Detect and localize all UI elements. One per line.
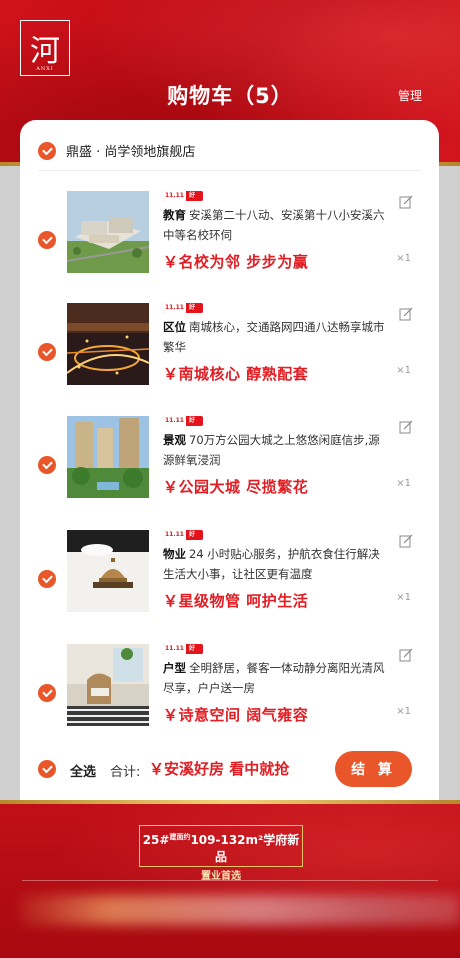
item-slogan: ￥诗意空间 阔气雍容 [163,706,309,724]
item-category: 户型 [163,661,186,675]
promo-badge: 11.11淘好房 [163,644,203,654]
item-image-garden [67,416,149,498]
select-all-checkbox-icon[interactable] [38,760,56,778]
promo-badge: 11.11淘好房 [163,191,203,201]
cart-item[interactable]: 11.11淘好房 景观70万方公园大城之上悠悠闲庭信步,源源鲜氧浸润 ￥公园大城… [20,416,439,530]
item-quantity: ×1 [396,478,411,489]
total-label: 合计: [110,765,141,780]
item-quantity: ×1 [396,592,411,603]
item-category: 物业 [163,547,186,561]
cart-footer: 全选 合计: ￥安溪好房 看中就抢 结 算 [20,751,439,787]
decorative-streak [20,895,460,925]
edit-icon[interactable] [399,420,413,434]
divider [38,170,421,171]
item-image-balcony [67,644,149,726]
item-quantity: ×1 [396,365,411,376]
item-slogan: ￥名校为邻 步步为赢 [163,253,309,271]
store-name: 鼎盛 · 尚学领地旗舰店 [66,145,196,160]
cart-item[interactable]: 11.11淘好房 物业24 小时贴心服务，护航衣食住行解决生活大小事，让社区更有… [20,530,439,644]
cart-card: 鼎盛 · 尚学领地旗舰店 11.11淘好房 教育安溪第二十八动、安溪第十八小安溪… [20,120,439,800]
item-checkbox-icon[interactable] [38,231,56,249]
cart-item[interactable]: 11.11淘好房 教育安溪第二十八动、安溪第十八小安溪六中等名校环伺 ￥名校为邻… [20,191,439,305]
promo-line-1: 25#建面约109-132m²学府新品 [142,833,300,864]
item-slogan: ￥南城核心 醇熟配套 [163,365,309,383]
promo-badge: 11.11淘好房 [163,416,203,426]
item-text: 南城核心，交通路网四通八达畅享城市繁华 [163,320,385,354]
item-category: 区位 [163,320,186,334]
promo-badge: 11.11淘好房 [163,530,203,540]
logo-subtext: ANXI [36,66,54,72]
item-image-city [67,303,149,385]
promo-box: 25#建面约109-132m²学府新品 置业首选 [139,825,303,882]
item-slogan: ￥星级物管 呵护生活 [163,592,309,610]
item-quantity: ×1 [396,706,411,717]
edit-icon[interactable] [399,307,413,321]
total-value: ￥安溪好房 看中就抢 [149,760,290,778]
promo-badge: 11.11淘好房 [163,303,203,313]
cart-item[interactable]: 11.11淘好房 户型全明舒居，餐客一体动静分离阳光清风尽享，户户送一房 ￥诗意… [20,644,439,758]
item-text: 安溪第二十八动、安溪第十八小安溪六中等名校环伺 [163,208,385,242]
store-checkbox-icon[interactable] [38,142,56,160]
checkout-button[interactable]: 结 算 [335,751,412,787]
brand-logo: 河 ANXI [20,20,70,76]
item-text: 24 小时贴心服务，护航衣食住行解决生活大小事，让社区更有温度 [163,547,380,581]
item-description: 教育 安溪第二十八动、安溪第十八小安溪六中等名校环伺 [163,205,389,245]
item-description: 户型 全明舒居，餐客一体动静分离阳光清风尽享，户户送一房 [163,658,389,698]
page-title: 购物车（5） [167,84,293,108]
edit-icon[interactable] [399,195,413,209]
item-image-bell [67,530,149,612]
logo-glyph: 河 [30,34,60,69]
item-description: 景观 70万方公园大城之上悠悠闲庭信步,源源鲜氧浸润 [163,430,389,470]
item-quantity: ×1 [396,253,411,264]
item-text: 全明舒居，餐客一体动静分离阳光清风尽享，户户送一房 [163,661,385,695]
item-checkbox-icon[interactable] [38,570,56,588]
item-checkbox-icon[interactable] [38,456,56,474]
item-category: 景观 [163,433,186,447]
edit-icon[interactable] [399,648,413,662]
cart-item[interactable]: 11.11淘好房 区位南城核心，交通路网四通八达畅享城市繁华 ￥南城核心 醇熟配… [20,303,439,417]
select-all-label[interactable]: 全选 [70,761,96,780]
item-checkbox-icon[interactable] [38,684,56,702]
item-description: 物业 24 小时贴心服务，护航衣食住行解决生活大小事，让社区更有温度 [163,544,389,584]
item-slogan: ￥公园大城 尽揽繁花 [163,478,309,496]
item-checkbox-icon[interactable] [38,343,56,361]
item-category: 教育 [163,208,186,222]
divider [22,880,438,881]
edit-icon[interactable] [399,534,413,548]
item-description: 区位 南城核心，交通路网四通八达畅享城市繁华 [163,317,389,357]
item-text: 70万方公园大城之上悠悠闲庭信步,源源鲜氧浸润 [163,433,380,467]
manage-button[interactable]: 管理 [398,87,422,104]
item-image-school [67,191,149,273]
